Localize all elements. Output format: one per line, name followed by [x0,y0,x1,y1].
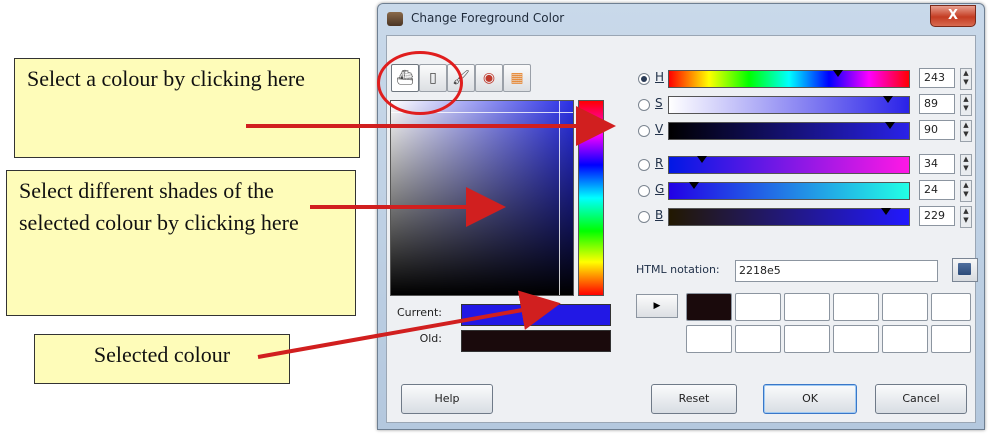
annotation-arrows [246,106,616,359]
arrow-to-current-swatch [257,290,561,359]
